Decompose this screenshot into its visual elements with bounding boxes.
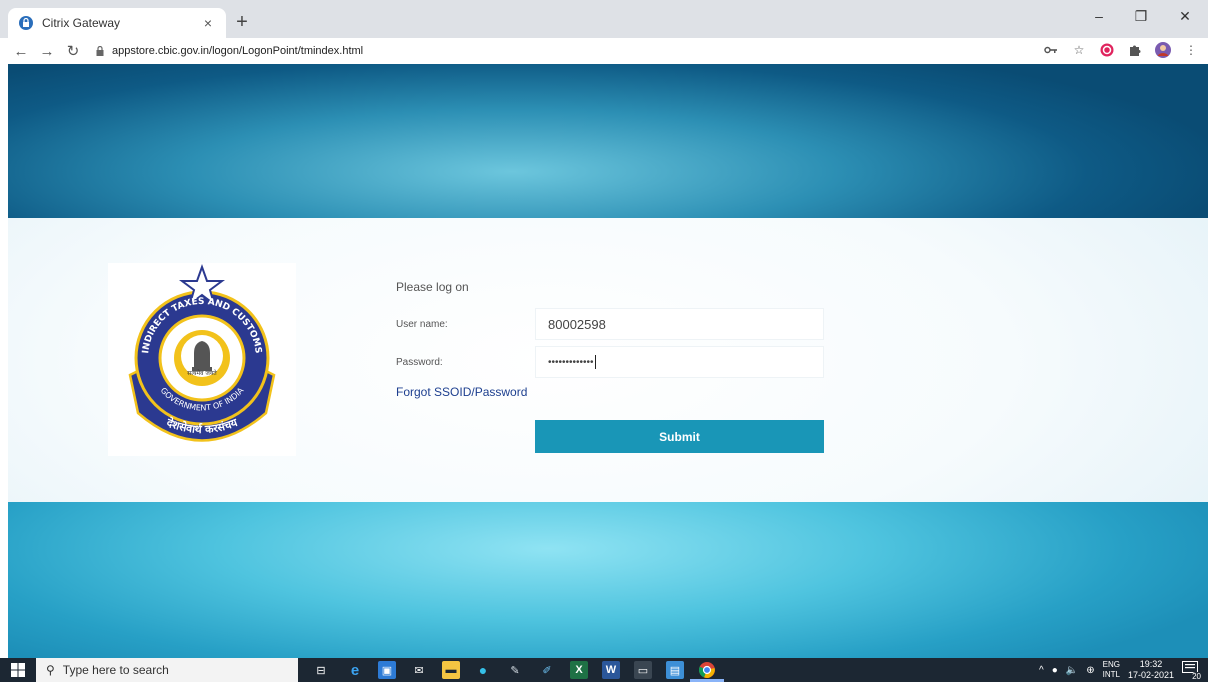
lang-top: ENG [1102,660,1120,669]
toolbar-right-icons: ☆ ⋮ [1042,41,1200,59]
browser-toolbar: ← → ↻ appstore.cbic.gov.in/logon/LogonPo… [0,38,1208,64]
forward-arrow-icon[interactable]: → [34,43,60,60]
system-tray: ^ ● 🔈 ⊕ ENG INTL 19:32 17-02-2021 20 [1039,658,1202,682]
remote-desktop-icon[interactable]: ▤ [666,661,684,679]
file-explorer-icon[interactable]: ▬ [442,661,460,679]
task-view-icon[interactable]: ⊟ [312,661,330,679]
username-value: 80002598 [548,316,606,332]
profile-avatar-icon[interactable] [1154,41,1172,59]
clock[interactable]: 19:32 17-02-2021 [1128,659,1174,681]
forgot-password-link[interactable]: Forgot SSOID/Password [396,385,527,399]
language-indicator[interactable]: ENG INTL [1103,660,1120,680]
clock-date: 17-02-2021 [1127,670,1174,680]
search-icon: ⚲ [46,663,55,677]
key-icon[interactable] [1042,41,1060,59]
password-value: ••••••••••••• [548,356,594,368]
new-tab-button[interactable]: + [232,12,252,32]
back-arrow-icon[interactable]: ← [8,43,34,60]
word-icon[interactable]: W [602,661,620,679]
clock-time: 19:32 [1139,659,1163,669]
submit-button[interactable]: Submit [535,420,824,453]
notes-icon[interactable]: ✐ [538,661,556,679]
tab-title: Citrix Gateway [42,16,121,30]
app-circle-icon[interactable]: ● [474,661,492,679]
login-prompt: Please log on [396,280,469,294]
mic-icon[interactable]: ● [1052,665,1058,676]
search-placeholder: Type here to search [62,663,169,677]
mail-icon[interactable]: ✉ [410,661,428,679]
paint-icon[interactable]: ✎ [506,661,524,679]
restore-button[interactable]: ❐ [1126,8,1156,25]
close-window-button[interactable]: ✕ [1170,8,1200,25]
lang-bottom: INTL [1102,670,1120,679]
menu-icon[interactable]: ⋮ [1182,41,1200,59]
notification-count: 20 [1191,672,1202,681]
password-input[interactable]: ••••••••••••• [535,346,824,378]
banner-bottom [8,502,1208,658]
browser-tab[interactable]: Citrix Gateway × [8,8,226,38]
reload-icon[interactable]: ↻ [60,42,86,60]
chrome-icon[interactable] [698,661,716,679]
citrix-favicon-icon [19,16,33,30]
username-input[interactable]: 80002598 [535,308,824,340]
username-label: User name: [396,319,448,330]
banner-top [8,64,1208,218]
terminal-icon[interactable]: ▭ [634,661,652,679]
url-text: appstore.cbic.gov.in/logon/LogonPoint/tm… [112,45,364,57]
star-icon[interactable]: ☆ [1070,41,1088,59]
extension-badge-icon[interactable] [1098,41,1116,59]
cbic-logo: INDIRECT TAXES AND CUSTOMS GOVERNMENT OF… [108,263,296,456]
windows-start-icon[interactable] [0,658,36,682]
windows-taskbar: ⚲ Type here to search ⊟ e ▣ ✉ ▬ ● ✎ ✐ X … [0,658,1208,682]
browser-tab-strip: Citrix Gateway × + – ❐ ✕ [0,0,1208,38]
volume-icon[interactable]: 🔈 [1066,665,1078,676]
cbic-emblem-icon: INDIRECT TAXES AND CUSTOMS GOVERNMENT OF… [128,264,276,442]
text-cursor [594,355,596,369]
minimize-button[interactable]: – [1084,8,1114,24]
address-bar[interactable]: appstore.cbic.gov.in/logon/LogonPoint/tm… [96,41,363,61]
store-icon[interactable]: ▣ [378,661,396,679]
lock-icon [96,46,104,56]
notification-center-icon[interactable]: 20 [1182,661,1202,681]
excel-icon[interactable]: X [570,661,588,679]
edge-icon[interactable]: e [346,661,364,679]
password-label: Password: [396,357,443,368]
logo-motto: सत्यमेव जयते [187,369,217,377]
network-icon[interactable]: ⊕ [1086,665,1094,676]
tray-expand-icon[interactable]: ^ [1039,665,1044,676]
taskbar-search-box[interactable]: ⚲ Type here to search [36,658,298,682]
logo-gov-hindi: भारत सरकार [183,387,222,396]
tab-close-icon[interactable]: × [200,15,216,31]
puzzle-icon[interactable] [1126,41,1144,59]
